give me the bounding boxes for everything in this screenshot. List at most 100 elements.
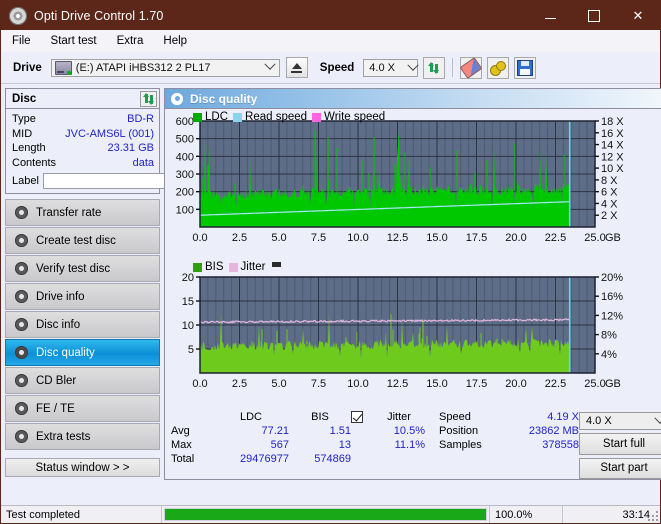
svg-text:12.5: 12.5	[387, 378, 408, 390]
chevron-down-icon	[264, 58, 276, 70]
disc-panel-title: Disc	[12, 92, 37, 105]
bis-chart-legend: BIS Jitter	[193, 261, 282, 273]
sidebar-item-disc-quality[interactable]: Disc quality	[5, 339, 160, 366]
svg-text:12 X: 12 X	[601, 151, 624, 163]
maximize-button[interactable]	[572, 1, 616, 30]
ldc-total-value: 29476977	[240, 453, 289, 465]
samples-value: 378558	[542, 439, 579, 451]
stats-header-ldc: LDC	[239, 411, 262, 423]
disc-length-key: Length	[12, 142, 46, 155]
legend-label: Read speed	[245, 111, 308, 123]
minimize-button[interactable]	[528, 1, 572, 30]
svg-text:300: 300	[176, 169, 194, 181]
sidebar-item-label: Extra tests	[36, 430, 91, 443]
stats-row-label-max: Max	[171, 439, 192, 451]
disc-row-type: Type BD-R	[12, 112, 154, 127]
ldc-max-value: 567	[270, 439, 289, 451]
legend-item-ldc: LDC	[193, 111, 228, 123]
menu-bar: File Start test Extra Help	[1, 30, 660, 52]
error-stats-grid: LDC BIS Jitter Avg 77.21 1.51 10.5% Max …	[171, 411, 425, 465]
sidebar-item-verify-test-disc[interactable]: Verify test disc	[5, 255, 160, 282]
sidebar-item-cd-bler[interactable]: CD Bler	[5, 367, 160, 394]
svg-text:22.5: 22.5	[545, 232, 566, 244]
jitter-checkbox[interactable]	[351, 411, 363, 423]
main-body: Disc Type BD-R MID JVC-AMS6L (001) Lengt…	[1, 84, 661, 480]
test-actions: 4.0 X Start full Start part	[579, 411, 661, 479]
svg-text:18 X: 18 X	[601, 116, 624, 128]
window-title: Opti Drive Control 1.70	[34, 8, 164, 23]
disc-icon	[15, 402, 28, 415]
start-full-button[interactable]: Start full	[579, 433, 661, 455]
position-key: Position	[439, 425, 479, 437]
sidebar-item-extra-tests[interactable]: Extra tests	[5, 423, 160, 450]
svg-text:7.5: 7.5	[311, 378, 326, 390]
stats-row-label-total: Total	[171, 453, 195, 465]
disc-refresh-button[interactable]	[140, 90, 157, 107]
sidebar-item-label: Create test disc	[36, 234, 116, 247]
speed-label: Speed	[319, 61, 355, 74]
legend-label: LDC	[205, 111, 229, 123]
settings-button[interactable]	[487, 56, 510, 79]
disc-contents-value: data	[132, 156, 154, 169]
sidebar-item-fe-te[interactable]: FE / TE	[5, 395, 160, 422]
menu-item-start-test[interactable]: Start test	[49, 33, 106, 49]
legend-item-jitter: Jitter	[228, 261, 265, 273]
disc-label-row: Label	[12, 172, 246, 189]
statistics-panel: LDC BIS Jitter Avg 77.21 1.51 10.5% Max …	[165, 407, 661, 479]
sidebar-item-transfer-rate[interactable]: Transfer rate	[5, 199, 160, 226]
sidebar-item-disc-info[interactable]: Disc info	[5, 311, 160, 338]
menu-item-help[interactable]: Help	[161, 33, 196, 49]
sidebar-item-label: FE / TE	[36, 402, 75, 415]
elapsed-time: 33:14	[622, 508, 650, 521]
progress-bar	[162, 506, 490, 523]
svg-text:10.0: 10.0	[347, 378, 368, 390]
close-icon[interactable]: ✕	[616, 1, 660, 30]
page-title: Disc quality	[190, 91, 258, 106]
error-stats-table: LDC BIS Jitter Avg 77.21 1.51 10.5% Max …	[171, 411, 425, 479]
sidebar-item-drive-info[interactable]: Drive info	[5, 283, 160, 310]
svg-text:14 X: 14 X	[601, 140, 624, 152]
disc-row-mid: MID JVC-AMS6L (001)	[12, 127, 154, 142]
bis-max-value: 13	[338, 439, 351, 451]
sidebar-item-label: Transfer rate	[36, 206, 102, 219]
eject-icon	[291, 62, 303, 73]
sidebar-item-create-test-disc[interactable]: Create test disc	[5, 227, 160, 254]
test-speed-select[interactable]: 4.0 X	[579, 412, 661, 431]
legend-swatch-icon	[228, 262, 238, 272]
svg-text:5.0: 5.0	[271, 378, 286, 390]
refresh-button[interactable]	[423, 56, 446, 79]
svg-text:22.5: 22.5	[545, 378, 566, 390]
disc-mid-key: MID	[12, 127, 33, 140]
svg-text:12.5: 12.5	[387, 232, 408, 244]
resize-grip[interactable]	[648, 511, 658, 521]
progress-percent: 100.0%	[490, 506, 563, 523]
disc-icon	[15, 234, 28, 247]
chevron-down-icon	[407, 59, 419, 71]
drive-select[interactable]: (E:) ATAPI iHBS312 2 PL17	[50, 58, 280, 77]
svg-text:17.5: 17.5	[466, 232, 487, 244]
eject-button[interactable]	[285, 57, 308, 78]
svg-text:GB: GB	[605, 232, 621, 244]
legend-item-bis: BIS	[193, 261, 224, 273]
disc-row-contents: Contents data	[12, 156, 154, 171]
sidebar-item-label: Drive info	[36, 290, 85, 303]
erase-button[interactable]	[459, 56, 483, 79]
svg-text:500: 500	[176, 134, 194, 146]
samples-key: Samples	[439, 439, 482, 451]
disc-length-value: 23.31 GB	[107, 142, 154, 155]
refresh-arrows-icon	[142, 92, 155, 105]
chevron-down-icon	[654, 412, 661, 425]
svg-text:5.0: 5.0	[271, 232, 286, 244]
status-message: Test completed	[1, 506, 162, 523]
status-window-button[interactable]: Status window > >	[5, 458, 160, 477]
speed-select[interactable]: 4.0 X	[363, 58, 419, 77]
menu-item-extra[interactable]: Extra	[115, 33, 153, 49]
bis-avg-value: 1.51	[329, 425, 351, 437]
start-part-button[interactable]: Start part	[579, 457, 661, 479]
menu-item-file[interactable]: File	[10, 33, 40, 49]
svg-text:20.0: 20.0	[505, 378, 526, 390]
disc-icon	[15, 206, 28, 219]
progress-track	[164, 508, 487, 521]
save-button[interactable]	[514, 56, 537, 79]
